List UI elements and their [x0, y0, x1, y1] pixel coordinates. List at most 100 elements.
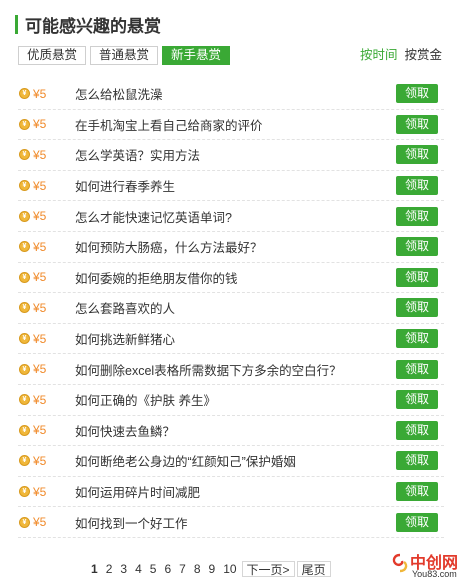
- reward-amount: ¥5: [33, 484, 47, 499]
- claim-button[interactable]: 领取: [396, 176, 438, 196]
- coin-icon: ¥: [19, 486, 30, 498]
- question-title-link[interactable]: 如何正确的《护肤 养生》: [75, 390, 396, 409]
- question-title-link[interactable]: 如何删除excel表格所需数据下方多余的空白行？: [75, 360, 396, 379]
- watermark-logo: 中创网 You83.com: [388, 549, 462, 583]
- sort-by-amount[interactable]: 按赏金: [404, 46, 442, 65]
- coin-icon: ¥: [19, 118, 30, 130]
- question-title-link[interactable]: 如何快速去鱼鳞？: [75, 421, 396, 440]
- reward-amount: ¥5: [33, 147, 47, 162]
- list-item: ¥ ¥5 如何运用碎片时间减肥 领取: [18, 477, 444, 508]
- coin-glyph: ¥: [22, 212, 27, 220]
- header-accent-bar: [15, 14, 18, 34]
- list-item: ¥ ¥5 在手机淘宝上看自己给商家的评价 领取: [18, 110, 444, 141]
- list-item: ¥ ¥5 如何委婉的拒绝朋友借你的钱 领取: [18, 263, 444, 294]
- coin-glyph: ¥: [22, 518, 27, 526]
- claim-button[interactable]: 领取: [396, 267, 438, 287]
- question-title-link[interactable]: 如何运用碎片时间减肥: [75, 482, 396, 501]
- question-title-link[interactable]: 如何委婉的拒绝朋友借你的钱: [75, 268, 396, 287]
- bounty-list: ¥ ¥5 怎么给松鼠洗澡 领取 ¥ ¥5 在手机淘宝上看自己给商家的评价 领取 ¥ ¥5 怎么学英语…: [18, 79, 444, 538]
- list-item: ¥ ¥5 如何找到一个好工作 领取: [18, 507, 444, 538]
- coin-glyph: ¥: [22, 396, 27, 404]
- claim-button[interactable]: 领取: [396, 206, 438, 226]
- tab-newbie-bounty[interactable]: 新手悬赏: [162, 46, 231, 65]
- question-title-link[interactable]: 怎么给松鼠洗澡: [75, 84, 396, 103]
- next-page-button[interactable]: 下一页>: [241, 561, 295, 577]
- page-link[interactable]: 4: [132, 561, 145, 577]
- coin-glyph: ¥: [22, 335, 27, 343]
- list-item: ¥ ¥5 如何正确的《护肤 养生》 领取: [18, 385, 444, 416]
- section-header: 可能感兴趣的悬赏: [15, 13, 161, 36]
- reward-amount: ¥5: [33, 86, 47, 101]
- sort-by-time[interactable]: 按时间: [360, 46, 398, 65]
- page-link[interactable]: 7: [176, 561, 189, 577]
- claim-button[interactable]: 领取: [396, 329, 438, 349]
- logo-swirl-icon: [392, 553, 408, 573]
- question-title-link[interactable]: 怎么才能快速记忆英语单词?: [75, 207, 396, 226]
- list-item: ¥ ¥5 怎么给松鼠洗澡 领取: [18, 79, 444, 110]
- claim-button[interactable]: 领取: [396, 145, 438, 165]
- reward-amount: ¥5: [33, 392, 47, 407]
- page-link[interactable]: 9: [206, 561, 219, 577]
- claim-button[interactable]: 领取: [396, 298, 438, 318]
- last-page-button[interactable]: 尾页: [296, 561, 331, 577]
- list-item: ¥ ¥5 如何挑选新鲜猪心 领取: [18, 324, 444, 355]
- coin-icon: ¥: [19, 180, 30, 192]
- coin-glyph: ¥: [22, 182, 27, 190]
- list-item: ¥ ¥5 如何断绝老公身边的“红颜知己”保护婚姻 领取: [18, 446, 444, 477]
- pagination: 1 2 3 4 5 6 7 8 9 10 下一页> 尾页: [88, 561, 333, 577]
- claim-button[interactable]: 领取: [396, 451, 438, 471]
- coin-icon: ¥: [19, 210, 30, 222]
- claim-button[interactable]: 领取: [396, 359, 438, 379]
- question-title-link[interactable]: 在手机淘宝上看自己给商家的评价: [75, 115, 396, 134]
- page-link[interactable]: 6: [161, 561, 174, 577]
- bounty-tabs: 优质悬赏 普通悬赏 新手悬赏: [18, 46, 234, 65]
- reward-amount: ¥5: [33, 331, 47, 346]
- reward-amount: ¥5: [33, 423, 47, 438]
- claim-button[interactable]: 领取: [396, 84, 438, 104]
- watermark-url: You83.com: [412, 569, 457, 579]
- coin-glyph: ¥: [22, 457, 27, 465]
- coin-icon: ¥: [19, 302, 30, 314]
- question-title-link[interactable]: 如何找到一个好工作: [75, 513, 396, 532]
- page-link[interactable]: 10: [220, 561, 239, 577]
- coin-icon: ¥: [19, 271, 30, 283]
- tab-quality-bounty[interactable]: 优质悬赏: [18, 46, 87, 65]
- coin-glyph: ¥: [22, 151, 27, 159]
- page-link[interactable]: 8: [191, 561, 204, 577]
- coin-glyph: ¥: [22, 273, 27, 281]
- coin-icon: ¥: [19, 333, 30, 345]
- claim-button[interactable]: 领取: [396, 512, 438, 532]
- question-title-link[interactable]: 怎么学英语？实用方法: [75, 145, 396, 164]
- coin-icon: ¥: [19, 241, 30, 253]
- coin-glyph: ¥: [22, 304, 27, 312]
- claim-button[interactable]: 领取: [396, 237, 438, 257]
- coin-icon: ¥: [19, 88, 30, 100]
- tab-normal-bounty[interactable]: 普通悬赏: [90, 46, 159, 65]
- reward-amount: ¥5: [33, 239, 47, 254]
- coin-glyph: ¥: [22, 488, 27, 496]
- coin-icon: ¥: [19, 455, 30, 467]
- question-title-link[interactable]: 如何进行春季养生: [75, 176, 396, 195]
- page-link[interactable]: 1: [88, 561, 101, 577]
- claim-button[interactable]: 领取: [396, 482, 438, 502]
- claim-button[interactable]: 领取: [396, 420, 438, 440]
- coin-glyph: ¥: [22, 243, 27, 251]
- list-item: ¥ ¥5 怎么套路喜欢的人 领取: [18, 293, 444, 324]
- reward-amount: ¥5: [33, 178, 47, 193]
- question-title-link[interactable]: 如何预防大肠癌，什么方法最好？: [75, 237, 396, 256]
- page-link[interactable]: 2: [103, 561, 116, 577]
- claim-button[interactable]: 领取: [396, 114, 438, 134]
- claim-button[interactable]: 领取: [396, 390, 438, 410]
- question-title-link[interactable]: 如何断绝老公身边的“红颜知己”保护婚姻: [75, 451, 396, 470]
- list-item: ¥ ¥5 如何快速去鱼鳞？ 领取: [18, 416, 444, 447]
- reward-amount: ¥5: [33, 453, 47, 468]
- page-link[interactable]: 3: [117, 561, 130, 577]
- list-item: ¥ ¥5 如何删除excel表格所需数据下方多余的空白行？ 领取: [18, 354, 444, 385]
- question-title-link[interactable]: 如何挑选新鲜猪心: [75, 329, 396, 348]
- coin-icon: ¥: [19, 363, 30, 375]
- page-link[interactable]: 5: [147, 561, 160, 577]
- coin-icon: ¥: [19, 394, 30, 406]
- coin-glyph: ¥: [22, 365, 27, 373]
- coin-glyph: ¥: [22, 90, 27, 98]
- question-title-link[interactable]: 怎么套路喜欢的人: [75, 298, 396, 317]
